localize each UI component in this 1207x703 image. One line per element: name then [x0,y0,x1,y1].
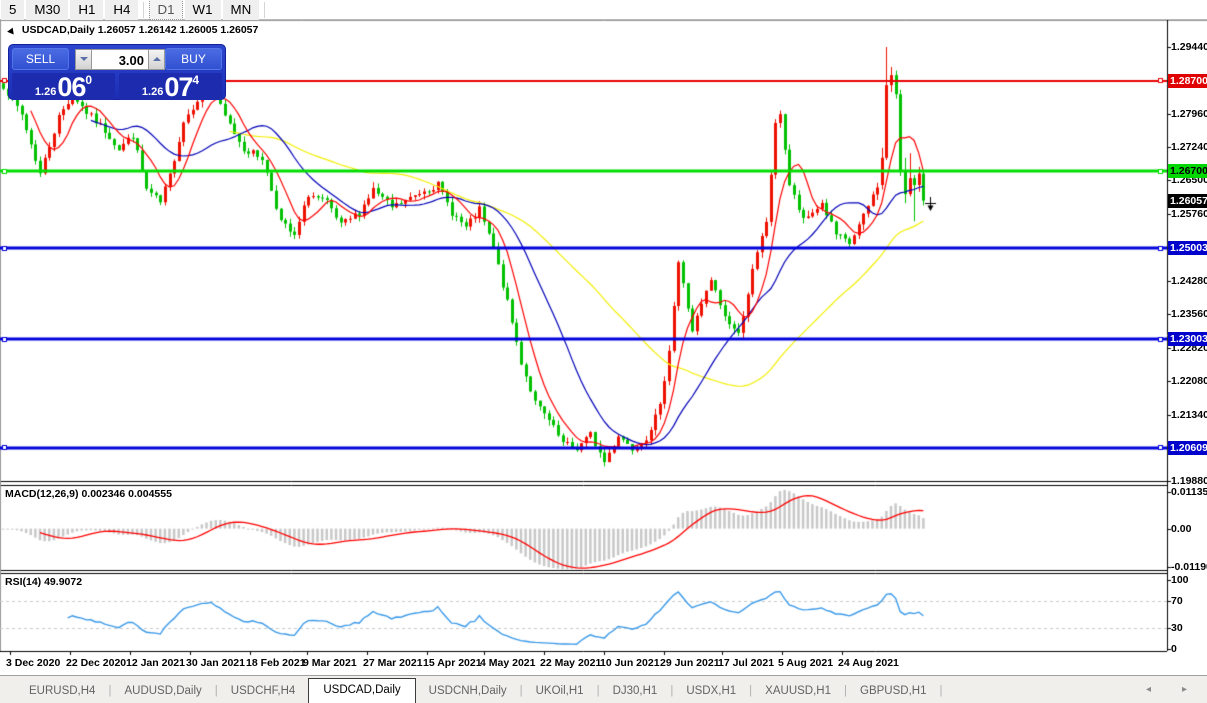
price-chart-canvas[interactable] [0,20,1207,675]
chart-tab-usdcad[interactable]: USDCAD,Daily [308,678,415,703]
triangle-down-icon [80,57,88,61]
chart-tab-gbpusd[interactable]: GBPUSD,H1 [847,681,939,703]
buy-price-pips: 07 [164,75,192,99]
cursor-arrow-icon: ► [4,23,20,37]
timeframe-mn-button[interactable]: MN [223,0,260,20]
date-axis-label: 3 Dec 2020 [6,657,60,669]
price-axis-tick-label: 1.21340 [1171,409,1207,421]
price-level-badge: 1.20609 [1168,441,1207,455]
date-axis-label: 24 Aug 2021 [838,657,899,669]
date-axis-label: 29 Jun 2021 [660,657,720,669]
rsi-axis-tick-label: 70 [1171,595,1183,607]
volume-input[interactable]: 3.00 [92,49,148,70]
price-level-badge: 1.25003 [1168,241,1207,255]
volume-stepper: 3.00 [75,49,165,70]
timeframe-h1-button[interactable]: H1 [70,0,103,20]
macd-indicator-label: MACD(12,26,9) 0.002346 0.004555 [5,488,172,500]
date-axis-label: 27 Mar 2021 [363,657,423,669]
timeframe-toolbar: 5M30H1H4 D1W1MN [0,0,1207,20]
price-axis-tick-label: 1.25760 [1171,208,1207,220]
buy-button[interactable]: BUY [165,48,222,70]
macd-axis-tick-label: -0.011904 [1171,561,1207,573]
price-level-badge: 1.28700 [1168,74,1207,88]
timeframe-d1-button[interactable]: D1 [149,0,182,20]
chart-tab-xauusd[interactable]: XAUUSD,H1 [752,681,844,703]
sell-price-point: 0 [85,74,92,86]
price-axis-tick-label: 1.27960 [1171,108,1207,120]
buy-price-point: 4 [192,74,199,86]
tab-scroll-left-icon[interactable]: ◂ [1146,684,1151,695]
toolbar-separator [143,2,144,18]
price-axis-tick-label: 1.24280 [1171,275,1207,287]
chart-tab-audusd[interactable]: AUDUSD,Daily [111,681,214,703]
chart-tab-bar: EURUSD,H4|AUDUSD,Daily|USDCHF,H4USDCAD,D… [0,675,1207,703]
sell-price-prefix: 1.26 [35,85,56,99]
tab-divider: | [939,685,942,703]
toolbar-separator [264,2,265,18]
macd-axis-tick-label: 0.01135 [1171,486,1207,498]
date-axis-label: 15 Apr 2021 [423,657,482,669]
date-axis-label: 12 Jan 2021 [126,657,185,669]
price-axis-tick-label: 1.27240 [1171,141,1207,153]
chart-tab-dj30[interactable]: DJ30,H1 [600,681,671,703]
date-axis-label: 17 Jul 2021 [718,657,774,669]
rsi-indicator-label: RSI(14) 49.9072 [5,576,82,588]
sell-button[interactable]: SELL [12,48,69,70]
timeframe-w1-button[interactable]: W1 [185,0,221,20]
one-click-trading-panel: SELL 3.00 BUY 1.26 06 0 1.26 07 4 [8,44,226,100]
price-axis-tick-label: 1.23560 [1171,308,1207,320]
date-axis-label: 30 Jan 2021 [186,657,245,669]
rsi-axis-tick-label: 100 [1171,574,1189,586]
price-level-badge: 1.23003 [1168,332,1207,346]
price-level-badge: 1.26057 [1168,194,1207,208]
buy-price-prefix: 1.26 [142,85,163,99]
chart-tab-usdcnh[interactable]: USDCNH,Daily [416,681,520,703]
timeframe-m30-button[interactable]: M30 [26,0,68,20]
sell-price-pips: 06 [57,75,85,99]
date-axis-label: 4 May 2021 [480,657,535,669]
price-axis-tick-label: 1.29440 [1171,41,1207,53]
volume-increase-button[interactable] [148,49,165,70]
chart-tab-eurusd[interactable]: EURUSD,H4 [16,681,108,703]
chart-tab-ukoil[interactable]: UKOil,H1 [523,681,597,703]
macd-axis-tick-label: 0.00 [1171,523,1191,535]
date-axis-label: 5 Aug 2021 [778,657,833,669]
chart-ohlc-values: 1.26057 1.26142 1.26005 1.26057 [98,24,259,36]
price-axis-tick-label: 1.22080 [1171,375,1207,387]
price-level-badge: 1.26700 [1168,164,1207,178]
buy-price-display[interactable]: 1.26 07 4 [119,73,222,100]
timeframe-h4-button[interactable]: H4 [105,0,138,20]
date-axis-label: 10 Jun 2021 [600,657,660,669]
date-axis-label: 22 Dec 2020 [66,657,126,669]
date-axis-label: 18 Feb 2021 [246,657,306,669]
mt4-chart-window: 5M30H1H4 D1W1MN ► USDCAD,Daily 1.26057 1.… [0,0,1207,703]
chart-symbol-period: USDCAD,Daily [22,24,95,36]
volume-decrease-button[interactable] [75,49,92,70]
timeframe-5-button[interactable]: 5 [1,0,24,20]
sell-price-display[interactable]: 1.26 06 0 [12,73,115,100]
rsi-axis-tick-label: 30 [1171,622,1183,634]
date-axis-label: 9 Mar 2021 [303,657,357,669]
rsi-axis-tick-label: 0 [1171,643,1177,655]
chart-tab-usdx[interactable]: USDX,H1 [673,681,749,703]
chart-title: ► USDCAD,Daily 1.26057 1.26142 1.26005 1… [7,24,258,36]
tab-scroll-right-icon[interactable]: ▸ [1182,684,1187,695]
chart-tab-usdchf[interactable]: USDCHF,H4 [218,681,309,703]
triangle-up-icon [153,57,161,61]
date-axis-label: 22 May 2021 [540,657,601,669]
